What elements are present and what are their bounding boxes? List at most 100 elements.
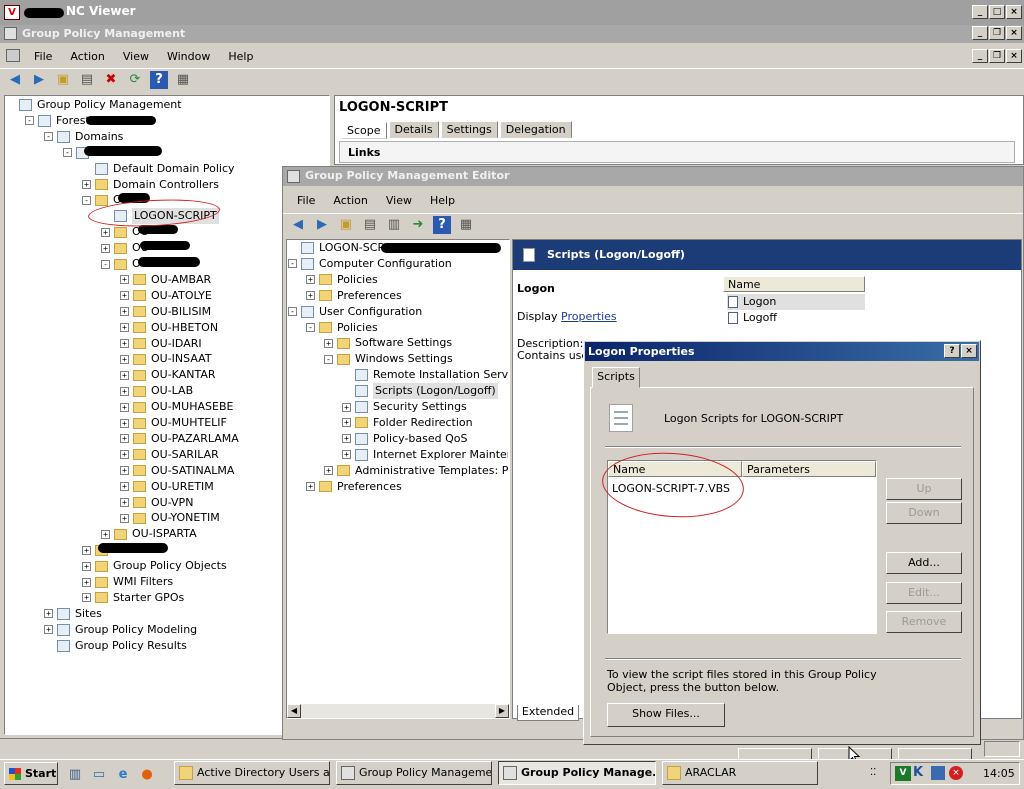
tree-item[interactable]: Group Policy Management bbox=[6, 97, 182, 113]
up-folder-icon[interactable]: ▣ bbox=[54, 71, 72, 89]
tree-item[interactable]: + OU-AMBAR bbox=[120, 272, 211, 288]
extended-tab[interactable]: Extended bbox=[517, 705, 579, 721]
collapse-icon[interactable]: - bbox=[82, 195, 91, 205]
expand-icon[interactable]: + bbox=[120, 434, 129, 444]
mdi-close-button[interactable]: × bbox=[1006, 49, 1022, 63]
collapse-icon[interactable]: - bbox=[288, 259, 297, 269]
forward-arrow-icon[interactable]: ▶ bbox=[30, 71, 48, 89]
clock[interactable]: 14:05 bbox=[983, 767, 1015, 780]
firefox-icon[interactable]: ● bbox=[138, 765, 156, 783]
keyboard-tray-icon[interactable]: K bbox=[913, 765, 923, 780]
tree-item[interactable]: Group Policy Results bbox=[44, 638, 187, 654]
tree-item[interactable]: + OU-MUHASEBE bbox=[120, 399, 233, 415]
menu-action[interactable]: Action bbox=[62, 50, 112, 63]
tree-item[interactable]: - Windows Settings bbox=[324, 351, 453, 367]
taskbar-item-araclar[interactable]: ARACLAR bbox=[662, 761, 818, 785]
expand-icon[interactable]: + bbox=[82, 593, 91, 603]
expand-icon[interactable]: + bbox=[120, 323, 129, 333]
add-button[interactable]: Add... bbox=[886, 552, 962, 574]
vnc-minimize-button[interactable]: _ bbox=[972, 5, 988, 19]
show-files-button[interactable]: Show Files... bbox=[607, 703, 725, 727]
expand-icon[interactable]: + bbox=[324, 466, 333, 476]
tree-item[interactable]: Remote Installation Servic bbox=[342, 367, 508, 383]
forward-arrow-icon[interactable]: ▶ bbox=[313, 216, 331, 234]
tree-item[interactable]: + Security Settings bbox=[342, 399, 467, 415]
vnc-maximize-button[interactable]: □ bbox=[989, 5, 1005, 19]
tree-item[interactable]: + OU-YONETIM bbox=[120, 510, 220, 526]
tree-item[interactable]: + OU-BILISIM bbox=[120, 304, 211, 320]
vnc-close-button[interactable]: × bbox=[1006, 5, 1022, 19]
export-list-icon[interactable]: ▥ bbox=[385, 216, 403, 234]
tree-item[interactable]: + Group Policy Modeling bbox=[44, 622, 197, 638]
edit-button[interactable]: Edit... bbox=[886, 582, 962, 604]
taskbar-item-gpme[interactable]: Group Policy Manage... bbox=[498, 761, 656, 785]
tree-item[interactable]: + OU-ATOLYE bbox=[120, 288, 212, 304]
tree-item[interactable]: + Sites bbox=[44, 606, 102, 622]
show-hide-tree-icon[interactable]: ▤ bbox=[78, 71, 96, 89]
mdi-restore-button[interactable]: ❐ bbox=[989, 49, 1005, 63]
internet-explorer-icon[interactable]: e bbox=[114, 765, 132, 783]
expand-icon[interactable]: + bbox=[342, 418, 351, 428]
expand-icon[interactable]: + bbox=[101, 529, 110, 539]
expand-icon[interactable]: + bbox=[324, 338, 333, 348]
expand-icon[interactable]: + bbox=[306, 291, 315, 301]
tree-item[interactable]: + Software Settings bbox=[324, 335, 452, 351]
tree-item[interactable]: + OU-ISPARTA bbox=[101, 526, 197, 542]
expand-icon[interactable]: + bbox=[101, 243, 110, 253]
list-item-logoff[interactable]: Logoff bbox=[727, 310, 865, 326]
tree-item[interactable]: Default Domain Policy bbox=[82, 161, 235, 177]
show-hide-tree-icon[interactable]: ▤ bbox=[361, 216, 379, 234]
delete-icon[interactable]: ✖ bbox=[102, 71, 120, 89]
properties-icon[interactable]: ▦ bbox=[174, 71, 192, 89]
show-desktop-icon[interactable]: ▭ bbox=[90, 765, 108, 783]
mdi-minimize-button[interactable]: _ bbox=[972, 49, 988, 63]
collapse-icon[interactable]: - bbox=[306, 323, 315, 332]
tree-item[interactable]: + Internet Explorer Mainter bbox=[342, 447, 508, 463]
export-icon[interactable]: ➜ bbox=[409, 216, 427, 234]
tree-item[interactable]: - Domains bbox=[44, 129, 123, 145]
tray-expand-icon[interactable]: ⁚⁚ bbox=[870, 767, 876, 778]
menu-file[interactable]: File bbox=[26, 50, 60, 63]
gpme-tree-scrollbar[interactable]: ◀ ▶ bbox=[287, 704, 509, 718]
help-icon[interactable]: ? bbox=[150, 70, 168, 89]
tree-item[interactable]: + OU-VPN bbox=[120, 495, 193, 511]
taskbar-item-gpm[interactable]: Group Policy Management bbox=[336, 761, 492, 785]
properties-icon[interactable]: ▦ bbox=[457, 216, 475, 234]
tree-item[interactable]: + OU-INSAAT bbox=[120, 351, 212, 367]
expand-icon[interactable]: + bbox=[120, 466, 129, 476]
tree-item[interactable]: + OU-SARILAR bbox=[120, 447, 219, 463]
tree-item[interactable]: + OU-PAZARLAMA bbox=[120, 431, 239, 447]
menu-window[interactable]: Window bbox=[159, 50, 218, 63]
refresh-icon[interactable]: ⟳ bbox=[126, 71, 144, 89]
tab-delegation[interactable]: Delegation bbox=[499, 121, 572, 138]
tab-scripts[interactable]: Scripts bbox=[592, 367, 640, 388]
tree-item[interactable]: - Computer Configuration bbox=[288, 256, 452, 272]
gpm-close-button[interactable]: × bbox=[1006, 26, 1022, 40]
tree-item[interactable]: + OU-IDARI bbox=[120, 336, 202, 352]
server-manager-icon[interactable]: ▥ bbox=[66, 765, 84, 783]
scroll-left-arrow-icon[interactable]: ◀ bbox=[287, 704, 301, 718]
expand-icon[interactable]: + bbox=[120, 418, 129, 428]
tab-details[interactable]: Details bbox=[388, 121, 439, 138]
tab-scope[interactable]: Scope bbox=[341, 122, 387, 139]
tree-item[interactable]: Scripts (Logon/Logoff) bbox=[342, 383, 498, 400]
expand-icon[interactable]: + bbox=[306, 482, 315, 491]
expand-icon[interactable]: + bbox=[120, 354, 129, 364]
tree-item[interactable]: + OU-LAB bbox=[120, 383, 193, 399]
tree-item[interactable]: + Preferences bbox=[306, 288, 402, 304]
gpme-menu-view[interactable]: View bbox=[378, 194, 420, 207]
col-header-parameters[interactable]: Parameters bbox=[742, 461, 876, 477]
back-arrow-icon[interactable]: ◀ bbox=[6, 71, 24, 89]
help-icon[interactable]: ? bbox=[433, 215, 451, 234]
tree-item[interactable]: + OU-KANTAR bbox=[120, 367, 216, 383]
expand-icon[interactable]: + bbox=[82, 561, 91, 571]
tree-item[interactable]: - Policies bbox=[306, 320, 378, 336]
properties-link[interactable]: Properties bbox=[561, 310, 617, 323]
tree-item[interactable]: + WMI Filters bbox=[82, 574, 173, 590]
expand-icon[interactable]: + bbox=[120, 275, 129, 285]
menu-view[interactable]: View bbox=[115, 50, 157, 63]
tree-item[interactable]: + OU-SATINALMA bbox=[120, 463, 234, 479]
back-arrow-icon[interactable]: ◀ bbox=[289, 216, 307, 234]
expand-icon[interactable]: + bbox=[120, 402, 129, 412]
expand-icon[interactable]: + bbox=[120, 291, 129, 301]
